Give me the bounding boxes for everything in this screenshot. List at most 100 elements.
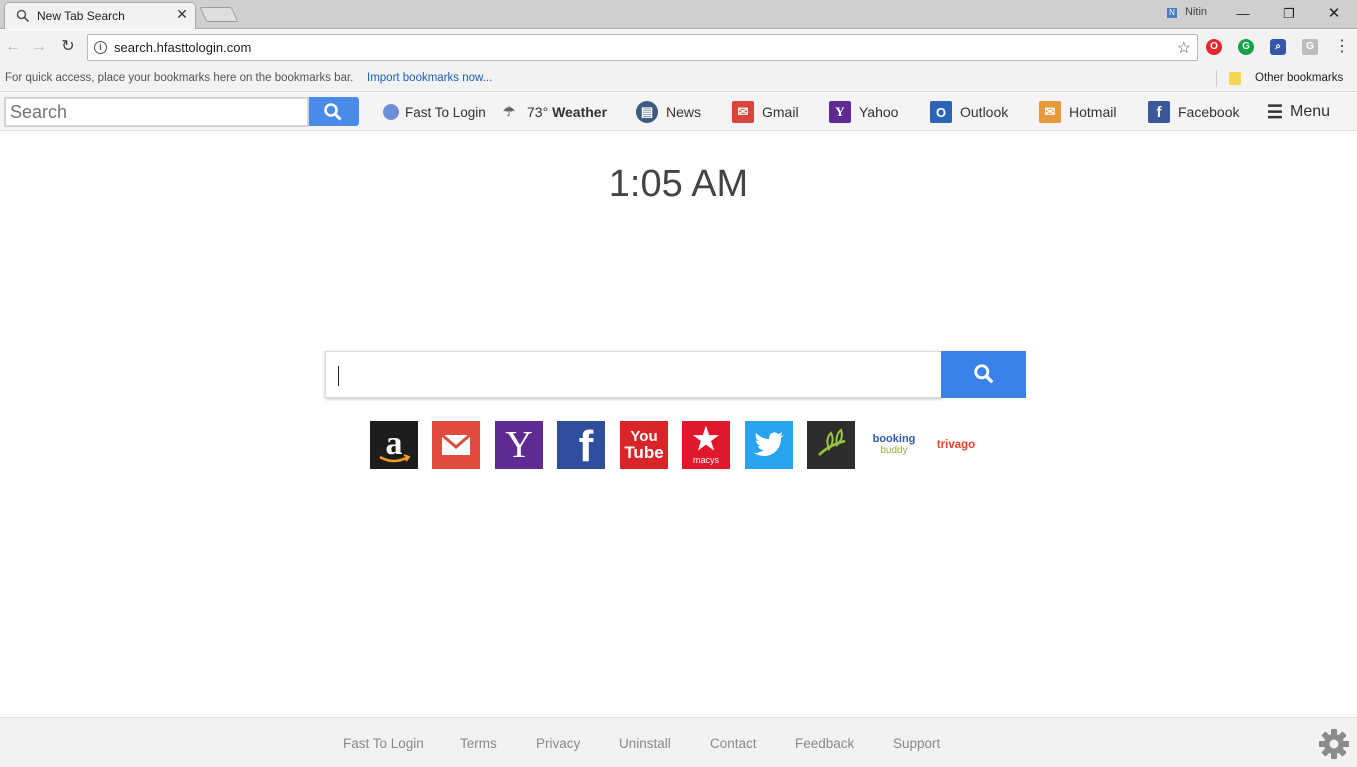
search-extension-icon[interactable]: ⌕ — [1270, 39, 1286, 55]
tab-title: New Tab Search — [37, 9, 125, 23]
ancestry-tile[interactable] — [807, 421, 855, 469]
news-icon: ▤ — [636, 101, 658, 123]
globe-icon — [383, 104, 399, 120]
page-footer: Fast To Login Terms Privacy Uninstall Co… — [0, 717, 1357, 767]
booking-buddy-tile[interactable]: booking buddy — [870, 421, 918, 469]
clock: 1:05 AM — [608, 163, 749, 205]
search-icon — [974, 364, 994, 384]
hotmail-link[interactable]: ✉ Hotmail — [1039, 101, 1116, 123]
trivago-tile[interactable]: trivago — [932, 421, 980, 469]
bookmarks-divider — [1216, 70, 1217, 87]
close-window-button[interactable]: ✕ — [1322, 4, 1346, 24]
weather-icon: ☂ — [503, 104, 515, 119]
macys-tile[interactable]: ★ macys — [682, 421, 730, 469]
svg-text:a: a — [386, 425, 403, 462]
buddy-text: buddy — [880, 445, 908, 456]
facebook-label: Facebook — [1178, 104, 1240, 120]
footer-feedback[interactable]: Feedback — [795, 736, 854, 751]
text-caret — [338, 366, 339, 386]
footer-privacy[interactable]: Privacy — [536, 736, 580, 751]
outlook-label: Outlook — [960, 104, 1009, 120]
profile-name: Nitin — [1185, 6, 1208, 18]
twitter-bird-icon — [754, 432, 784, 456]
main-search-button[interactable] — [941, 351, 1026, 398]
booking-text: booking — [872, 433, 916, 445]
gmail-icon — [441, 433, 471, 455]
gmail-tile[interactable] — [432, 421, 480, 469]
leaf-icon — [818, 428, 846, 456]
footer-contact[interactable]: Contact — [710, 736, 757, 751]
settings-gear-icon[interactable] — [1317, 727, 1351, 761]
tab-close-icon[interactable]: ✕ — [175, 7, 189, 21]
youtube-tube-text: Tube — [624, 443, 664, 462]
browser-toolbar: ← → ↻ i search.hfasttologin.com ☆ O G ⌕ … — [0, 30, 1357, 65]
tab-strip: New Tab Search ✕ N Nitin — ❐ ✕ — [0, 0, 1357, 29]
main-search-input[interactable] — [325, 351, 942, 398]
footer-terms[interactable]: Terms — [460, 736, 497, 751]
other-bookmarks[interactable]: Other bookmarks — [1255, 72, 1343, 84]
profile-icon: N — [1167, 8, 1177, 18]
footer-uninstall[interactable]: Uninstall — [619, 736, 671, 751]
facebook-tile[interactable]: f — [557, 421, 605, 469]
menu-label: Menu — [1290, 103, 1331, 120]
gmail-icon: ✉ — [732, 101, 754, 123]
amazon-tile[interactable]: a — [370, 421, 418, 469]
weather-link[interactable]: ☂ 73° Weather — [499, 101, 607, 123]
header-search-button[interactable] — [309, 97, 359, 126]
yahoo-tile[interactable]: Y — [495, 421, 543, 469]
gray-extension-icon[interactable]: G — [1302, 39, 1318, 55]
hotmail-label: Hotmail — [1069, 104, 1117, 120]
search-icon — [16, 9, 30, 23]
hotmail-icon: ✉ — [1039, 101, 1061, 123]
news-label: News — [666, 104, 702, 120]
opera-extension-icon[interactable]: O — [1206, 39, 1222, 55]
macys-text: macys — [692, 455, 719, 465]
weather-label: Weather — [552, 104, 608, 120]
yahoo-label: Yahoo — [859, 104, 899, 120]
weather-temp: 73° — [527, 104, 549, 120]
bookmarks-hint: For quick access, place your bookmarks h… — [5, 72, 354, 84]
header-search-input[interactable] — [4, 97, 309, 127]
bookmarks-bar: For quick access, place your bookmarks h… — [0, 65, 1357, 92]
browser-menu-icon[interactable]: ⋮ — [1334, 38, 1350, 56]
yahoo-link[interactable]: Y Yahoo — [829, 101, 898, 123]
folder-icon — [1229, 72, 1241, 85]
footer-support[interactable]: Support — [893, 736, 940, 751]
hamburger-icon: ☰ — [1266, 101, 1284, 122]
youtube-tile[interactable]: You Tube — [620, 421, 668, 469]
footer-fast-to-login[interactable]: Fast To Login — [343, 736, 424, 751]
gmail-label: Gmail — [762, 104, 799, 120]
menu-button[interactable]: ☰ Menu — [1266, 101, 1330, 123]
page-header: Fast To Login ☂ 73° Weather ▤ News ✉ Gma… — [0, 93, 1357, 131]
outlook-icon: O — [930, 101, 952, 123]
new-tab-button[interactable] — [199, 7, 239, 22]
yahoo-icon: Y — [505, 424, 533, 466]
bookmark-star-icon[interactable]: ☆ — [1177, 38, 1191, 58]
back-icon[interactable]: ← — [4, 38, 22, 56]
info-icon[interactable]: i — [94, 41, 107, 54]
news-link[interactable]: ▤ News — [636, 101, 701, 123]
minimize-button[interactable]: — — [1231, 4, 1255, 24]
reload-icon[interactable]: ↻ — [59, 38, 77, 56]
facebook-link[interactable]: f Facebook — [1148, 101, 1239, 123]
browser-tab[interactable]: New Tab Search ✕ — [4, 2, 196, 29]
forward-icon[interactable]: → — [30, 38, 48, 56]
facebook-icon: f — [578, 422, 594, 471]
amazon-icon: a — [379, 425, 411, 463]
macys-star-icon: ★ — [692, 423, 720, 456]
profile-button[interactable]: N Nitin — [1167, 6, 1207, 18]
url-text: search.hfasttologin.com — [114, 40, 252, 55]
fast-to-login-label: Fast To Login — [405, 104, 486, 120]
import-bookmarks-link[interactable]: Import bookmarks now... — [367, 72, 492, 84]
fast-to-login-link[interactable]: Fast To Login — [383, 101, 486, 123]
grammarly-extension-icon[interactable]: G — [1238, 39, 1254, 55]
twitter-tile[interactable] — [745, 421, 793, 469]
gmail-link[interactable]: ✉ Gmail — [732, 101, 799, 123]
outlook-link[interactable]: O Outlook — [930, 101, 1008, 123]
address-bar[interactable]: i search.hfasttologin.com ☆ — [87, 34, 1198, 61]
restore-button[interactable]: ❐ — [1277, 4, 1301, 24]
search-icon — [324, 103, 342, 121]
yahoo-icon: Y — [829, 101, 851, 123]
facebook-icon: f — [1148, 101, 1170, 123]
trivago-text: trivago — [936, 439, 976, 451]
